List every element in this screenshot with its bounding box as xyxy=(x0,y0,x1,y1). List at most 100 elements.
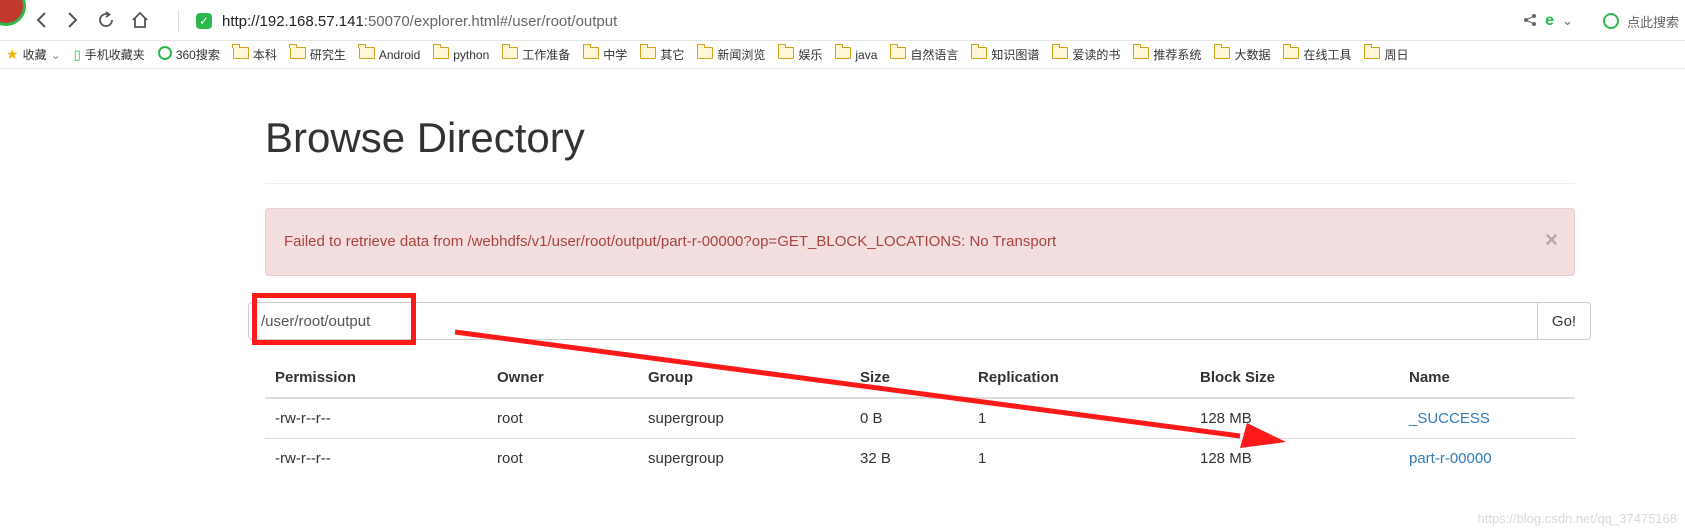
bookmark-label: 在线工具 xyxy=(1303,48,1352,62)
bookmark-label: 爱读的书 xyxy=(1072,48,1121,62)
bookmark-item[interactable]: ▯ 手机收藏夹 xyxy=(74,46,145,63)
refresh-icon[interactable] xyxy=(94,8,118,32)
bookmark-item[interactable]: ★ 收藏 ⌄ xyxy=(6,46,61,63)
bookmark-item[interactable]: 其它 xyxy=(639,44,685,63)
folder-icon xyxy=(834,44,852,62)
folder-icon xyxy=(1282,44,1300,62)
bookmark-label: 自然语言 xyxy=(910,48,959,62)
bookmark-label: 研究生 xyxy=(309,48,346,62)
bookmark-label: 大数据 xyxy=(1234,48,1271,62)
table-cell: 0 B xyxy=(850,397,968,439)
bookmark-item[interactable]: 周日 xyxy=(1363,44,1409,63)
error-alert: Failed to retrieve data from /webhdfs/v1… xyxy=(265,208,1575,276)
bookmark-label: 手机收藏夹 xyxy=(84,48,145,62)
directory-listing-table: Permission Owner Group Size Replication Block… xyxy=(265,357,1575,478)
bookmark-item[interactable]: Android xyxy=(358,44,421,62)
address-bar[interactable]: ✓ http://192.168.57.141:50070/explorer.h… xyxy=(196,8,1496,34)
table-cell: supergroup xyxy=(638,397,850,439)
bookmark-item[interactable]: 在线工具 xyxy=(1282,44,1352,63)
column-header[interactable]: Block Size xyxy=(1190,357,1399,399)
bookmark-item[interactable]: 知识图谱 xyxy=(970,44,1040,63)
url-path: :50070/explorer.html#/user/root/output xyxy=(363,12,618,30)
bookmark-label: Android xyxy=(378,47,421,62)
chevron-down-icon[interactable]: ⌄ xyxy=(1562,13,1573,29)
folder-icon xyxy=(1363,44,1381,62)
bookmark-item[interactable]: 爱读的书 xyxy=(1051,44,1121,63)
bookmark-item[interactable]: 研究生 xyxy=(289,44,346,63)
ie-compat-icon[interactable]: e xyxy=(1545,12,1554,30)
360-icon xyxy=(157,46,172,63)
alert-message: Failed to retrieve data from /webhdfs/v1… xyxy=(284,233,1057,250)
bookmark-label: 娱乐 xyxy=(798,48,823,62)
close-icon[interactable]: × xyxy=(1545,227,1558,253)
star-icon: ★ xyxy=(6,46,19,62)
profile-avatar[interactable] xyxy=(0,0,26,26)
search-box[interactable]: 点此搜索 xyxy=(1627,12,1679,31)
file-link[interactable]: _SUCCESS xyxy=(1409,410,1490,427)
secure-shield-icon: ✓ xyxy=(196,13,212,29)
bookmark-item[interactable]: 推荐系统 xyxy=(1132,44,1202,63)
title-divider xyxy=(265,183,1575,184)
bookmark-item[interactable]: 大数据 xyxy=(1213,44,1271,63)
bookmark-label: 工作准备 xyxy=(522,48,571,62)
folder-icon xyxy=(696,44,714,62)
search-engine-icon[interactable] xyxy=(1602,13,1619,29)
bookmark-label: 新闻浏览 xyxy=(717,48,766,62)
home-icon[interactable] xyxy=(128,8,152,32)
table-row: -rw-r--r-- root supergroup 0 B 1 128 MB _SUCCE… xyxy=(265,397,1575,439)
bookmark-item[interactable]: 娱乐 xyxy=(777,44,823,63)
table-cell: -rw-r--r-- xyxy=(265,438,487,478)
bookmark-label: 知识图谱 xyxy=(991,48,1040,62)
folder-icon xyxy=(1051,44,1069,62)
path-form: Go! xyxy=(248,302,1591,340)
bookmark-item[interactable]: 新闻浏览 xyxy=(696,44,766,63)
bookmark-item[interactable]: java xyxy=(834,44,878,62)
toolbar-divider xyxy=(178,10,179,32)
watermark: https://blog.csdn.net/qq_37475168 xyxy=(1477,511,1678,526)
column-header[interactable]: Replication xyxy=(968,357,1190,399)
folder-icon xyxy=(501,44,519,62)
bookmark-item[interactable]: python xyxy=(432,44,490,62)
table-cell: 1 xyxy=(968,438,1190,478)
back-icon[interactable] xyxy=(30,8,54,32)
column-header[interactable]: Permission xyxy=(265,357,487,399)
folder-icon xyxy=(432,44,450,62)
url-host: http://192.168.57.141 xyxy=(222,12,364,30)
bookmark-label: java xyxy=(855,47,878,62)
column-header[interactable]: Owner xyxy=(487,357,638,399)
folder-icon xyxy=(582,44,600,62)
folder-icon xyxy=(1213,44,1231,62)
bookmark-label: 其它 xyxy=(660,48,685,62)
bookmark-label: 推荐系统 xyxy=(1153,48,1202,62)
browser-toolbar: ✓ http://192.168.57.141:50070/explorer.h… xyxy=(0,0,1685,41)
folder-icon xyxy=(358,44,375,62)
table-cell: 128 MB xyxy=(1190,438,1399,478)
go-button[interactable]: Go! xyxy=(1537,302,1591,340)
share-icon[interactable] xyxy=(1523,13,1537,30)
page-title: Browse Directory xyxy=(265,114,585,161)
bookmark-item[interactable]: 工作准备 xyxy=(501,44,571,63)
directory-path-input[interactable] xyxy=(248,302,1538,340)
bookmark-item[interactable]: 本科 xyxy=(232,44,277,63)
name-cell: _SUCCESS xyxy=(1399,397,1575,439)
bookmark-item[interactable]: 中学 xyxy=(582,44,627,63)
table-cell: 128 MB xyxy=(1190,397,1399,439)
bookmark-item[interactable]: 自然语言 xyxy=(889,44,959,63)
column-header[interactable]: Group xyxy=(638,357,850,399)
forward-icon[interactable] xyxy=(60,8,84,32)
column-header[interactable]: Size xyxy=(850,357,968,399)
folder-icon xyxy=(639,44,657,62)
bookmark-label: python xyxy=(453,47,490,62)
folder-icon xyxy=(889,44,907,62)
chevron-down-icon[interactable]: ⌄ xyxy=(51,48,61,62)
table-row: -rw-r--r-- root supergroup 32 B 1 128 MB part-… xyxy=(265,438,1575,478)
phone-icon: ▯ xyxy=(73,46,81,62)
bookmark-item[interactable]: 360搜索 xyxy=(157,46,220,63)
table-header-row: Permission Owner Group Size Replication Block… xyxy=(265,357,1575,399)
bookmark-label: 收藏 xyxy=(22,48,47,62)
bookmark-label: 周日 xyxy=(1384,48,1409,62)
bookmark-label: 360搜索 xyxy=(175,48,220,62)
name-cell: part-r-00000 xyxy=(1399,438,1575,478)
column-header[interactable]: Name xyxy=(1399,357,1575,399)
file-link[interactable]: part-r-00000 xyxy=(1409,450,1492,467)
